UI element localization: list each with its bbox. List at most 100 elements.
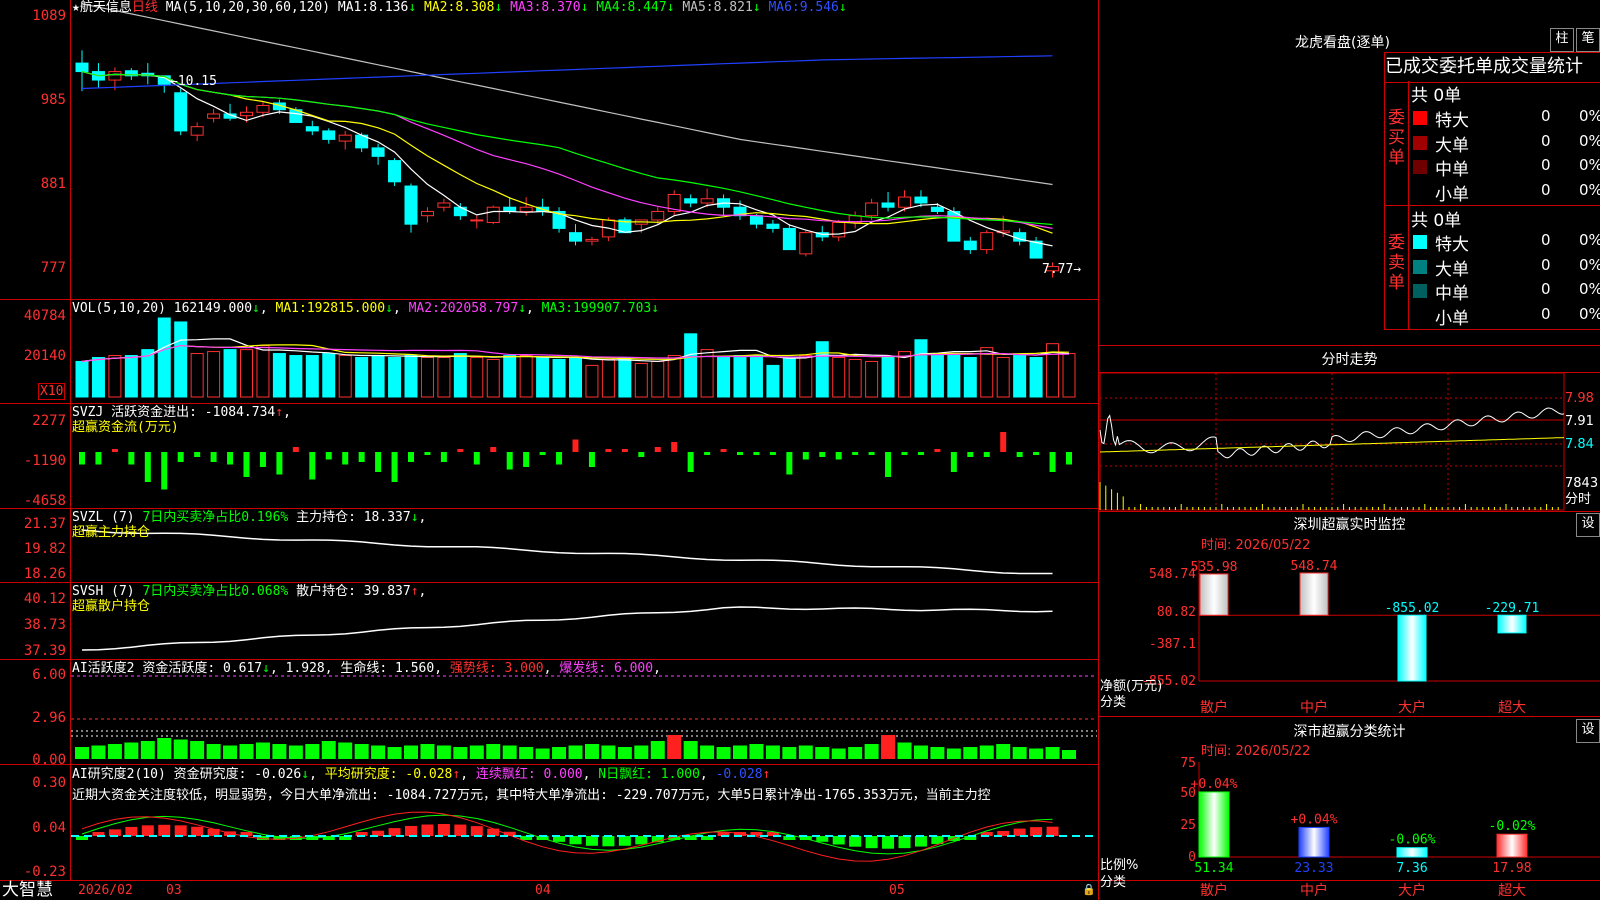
svzj-bar (95, 452, 102, 465)
ai1-bar (420, 744, 435, 759)
vol-arrow: ↓ (252, 301, 260, 316)
ai2-bar (470, 826, 483, 836)
svzj-bar (259, 452, 266, 467)
vol-ma2: 202058.797 (439, 301, 519, 316)
stats-category-label: 散户 (1200, 882, 1228, 899)
sell-pct: 0% (1579, 231, 1600, 249)
sell-row: 特大 0 0% (1411, 230, 1600, 255)
vol-bar (503, 355, 517, 398)
svzj-bar (128, 452, 135, 465)
vol-axis-label: 20140 (23, 348, 66, 364)
ai2-bar (141, 825, 154, 836)
ai2-bar (487, 828, 500, 836)
ai1-bar (601, 745, 616, 759)
vol-bar (749, 355, 763, 398)
intraday-axis-label: 7.91 (1565, 414, 1594, 429)
lhb-subtitle: 已成交委托单成交量统计 (1384, 52, 1600, 83)
candle (453, 206, 467, 217)
vol-unit-badge[interactable]: X10 (38, 383, 66, 400)
sell-name: 中单 (1435, 284, 1469, 304)
buy-total: 共 0单 (1411, 86, 1462, 106)
stats-category-label: 中户 (1300, 882, 1328, 899)
ma6-label: MA6: (768, 0, 800, 15)
svzj-bar (523, 452, 530, 467)
vol-bar (848, 358, 862, 398)
svzj-bar (671, 442, 678, 452)
sell-pct: 0% (1579, 304, 1600, 323)
ai1-bar (190, 741, 205, 759)
ai2-v1: -0.026 (254, 767, 302, 782)
ai2-axis-label: 0.30 (32, 775, 66, 791)
svzj-bar (835, 452, 842, 460)
candle (486, 206, 500, 223)
monitor-settings-button[interactable]: 设 (1576, 513, 1600, 537)
vol-ma3: 199907.703 (572, 301, 652, 316)
vol-bar (272, 353, 286, 398)
candle (881, 202, 895, 208)
candle (980, 232, 994, 251)
brand-logo: 大智慧 (2, 880, 53, 900)
candle (749, 215, 763, 225)
svzj-bar (819, 452, 826, 457)
vol-value: 162149.000 (173, 301, 253, 316)
period-label[interactable]: 日线 (132, 0, 158, 15)
ai2-bar (191, 826, 204, 836)
buy-pct: 0% (1579, 131, 1600, 150)
svsh-value: 39.837 (363, 584, 411, 599)
ma6-value: 9.546 (799, 0, 839, 15)
star-icon[interactable]: ★ (72, 0, 80, 15)
ai1-bar (1012, 747, 1027, 759)
vol-bar (289, 355, 303, 398)
vol-title: VOL(5,10,20) (72, 301, 166, 316)
vol-bar (733, 355, 747, 398)
vol-bar (355, 357, 369, 398)
vol-bar (947, 353, 961, 398)
vol-bar (996, 357, 1010, 398)
buy-count: 0 (1541, 180, 1551, 199)
vol-bar (799, 355, 813, 398)
svsh-title: SVSH (7) (72, 584, 135, 599)
ai1-label2: 生命线: (340, 661, 388, 676)
ai2-cont: 连续飘红: 0.000 (475, 767, 583, 782)
ai2-bar (898, 836, 911, 849)
svzl-arrow: ↓ (410, 510, 419, 525)
ai1-bar (502, 745, 517, 759)
svzj-bar (720, 449, 727, 452)
svzl-label: 7日内买卖净占比0.196% (142, 510, 289, 525)
svzj-bar (950, 452, 957, 472)
svsh-axis-label: 40.12 (23, 591, 66, 607)
candle (865, 202, 879, 217)
ai2-bar (635, 836, 648, 845)
ai2-bar (602, 836, 615, 847)
candle (898, 196, 911, 208)
ma4-arrow: ↓ (666, 0, 675, 15)
ai1-bar (239, 744, 254, 759)
sell-count: 0 (1541, 280, 1551, 298)
vol-bar (322, 353, 336, 398)
ai2-axis-label: -0.23 (23, 864, 66, 880)
vol-ma1-arrow: ↓ (385, 301, 393, 316)
candle (700, 198, 714, 204)
svzj-bar (556, 452, 563, 465)
ai1-bar (173, 739, 188, 759)
monitor-panel: 深圳超赢实时监控 设 时间: 2026/05/22 净额(万元) 分类 (1099, 512, 1600, 717)
ma4-value: 8.447 (627, 0, 667, 15)
candle (75, 62, 89, 73)
svzj-title: SVZJ (72, 405, 104, 420)
ma1-line (81, 71, 1053, 247)
ai1-v2: 1.928 (285, 661, 325, 676)
high-value: 10.15 (177, 74, 217, 89)
stats-settings-button[interactable]: 设 (1576, 719, 1600, 743)
bar-view-button[interactable]: 柱 (1550, 28, 1574, 52)
intraday-panel: 分时走势 7.98 7.91 7.84 7843 分时 (1099, 346, 1600, 512)
ai2-n: N日飘红: 1.000 (598, 767, 700, 782)
candle (766, 223, 780, 229)
lock-icon[interactable]: 🔒 (1082, 882, 1096, 897)
ai2-a2: ↑ (452, 767, 461, 782)
tick-view-button[interactable]: 笔 (1576, 28, 1600, 52)
stock-name[interactable]: 航天信息 (80, 0, 132, 15)
candle (651, 210, 665, 221)
vol-ma2-label: MA2: (408, 301, 440, 316)
vol-bar (585, 364, 599, 398)
ai2-bar (125, 826, 138, 836)
